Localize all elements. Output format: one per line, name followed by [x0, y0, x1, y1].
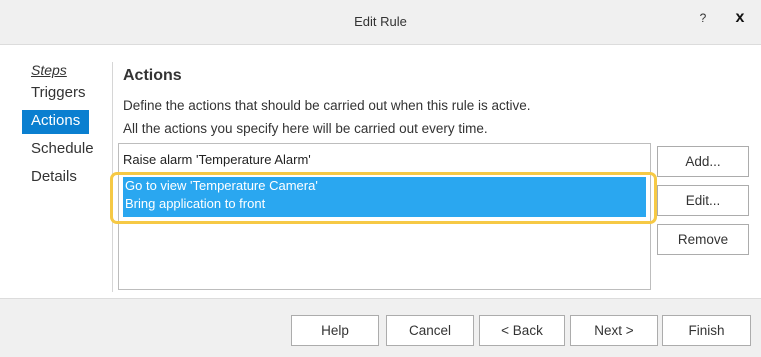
- steps-header: Steps: [31, 62, 67, 78]
- edit-rule-dialog: Edit Rule ? x Steps Triggers Actions Sch…: [0, 0, 761, 357]
- step-details[interactable]: Details: [22, 166, 86, 190]
- nav-divider: [112, 62, 113, 292]
- edit-button[interactable]: Edit...: [657, 185, 749, 216]
- description-line-1: Define the actions that should be carrie…: [123, 98, 531, 113]
- help-icon[interactable]: ?: [696, 11, 710, 25]
- title-bar: Edit Rule ? x: [0, 0, 761, 45]
- action-item-go-to-view[interactable]: Go to view 'Temperature Camera' Bring ap…: [123, 177, 646, 217]
- next-button[interactable]: Next >: [570, 315, 658, 346]
- section-heading: Actions: [123, 67, 182, 84]
- steps-nav: Steps Triggers Actions Schedule Details: [22, 62, 112, 194]
- back-button[interactable]: < Back: [479, 315, 565, 346]
- action-item-text: Go to view 'Temperature Camera': [125, 178, 318, 193]
- close-icon[interactable]: x: [731, 9, 749, 27]
- dialog-footer: Help Cancel < Back Next > Finish: [0, 298, 761, 357]
- help-button[interactable]: Help: [291, 315, 379, 346]
- action-item-text: Raise alarm 'Temperature Alarm': [123, 152, 311, 167]
- actions-list[interactable]: Raise alarm 'Temperature Alarm' Go to vi…: [110, 143, 657, 290]
- add-button[interactable]: Add...: [657, 146, 749, 177]
- action-item-raise-alarm[interactable]: Raise alarm 'Temperature Alarm': [119, 150, 650, 170]
- description-line-2: All the actions you specify here will be…: [123, 121, 488, 136]
- step-triggers[interactable]: Triggers: [22, 82, 94, 106]
- window-title: Edit Rule: [354, 14, 407, 29]
- action-item-text: Bring application to front: [125, 196, 266, 211]
- step-schedule[interactable]: Schedule: [22, 138, 103, 162]
- remove-button[interactable]: Remove: [657, 224, 749, 255]
- cancel-button[interactable]: Cancel: [386, 315, 474, 346]
- step-actions[interactable]: Actions: [22, 110, 90, 134]
- finish-button[interactable]: Finish: [662, 315, 751, 346]
